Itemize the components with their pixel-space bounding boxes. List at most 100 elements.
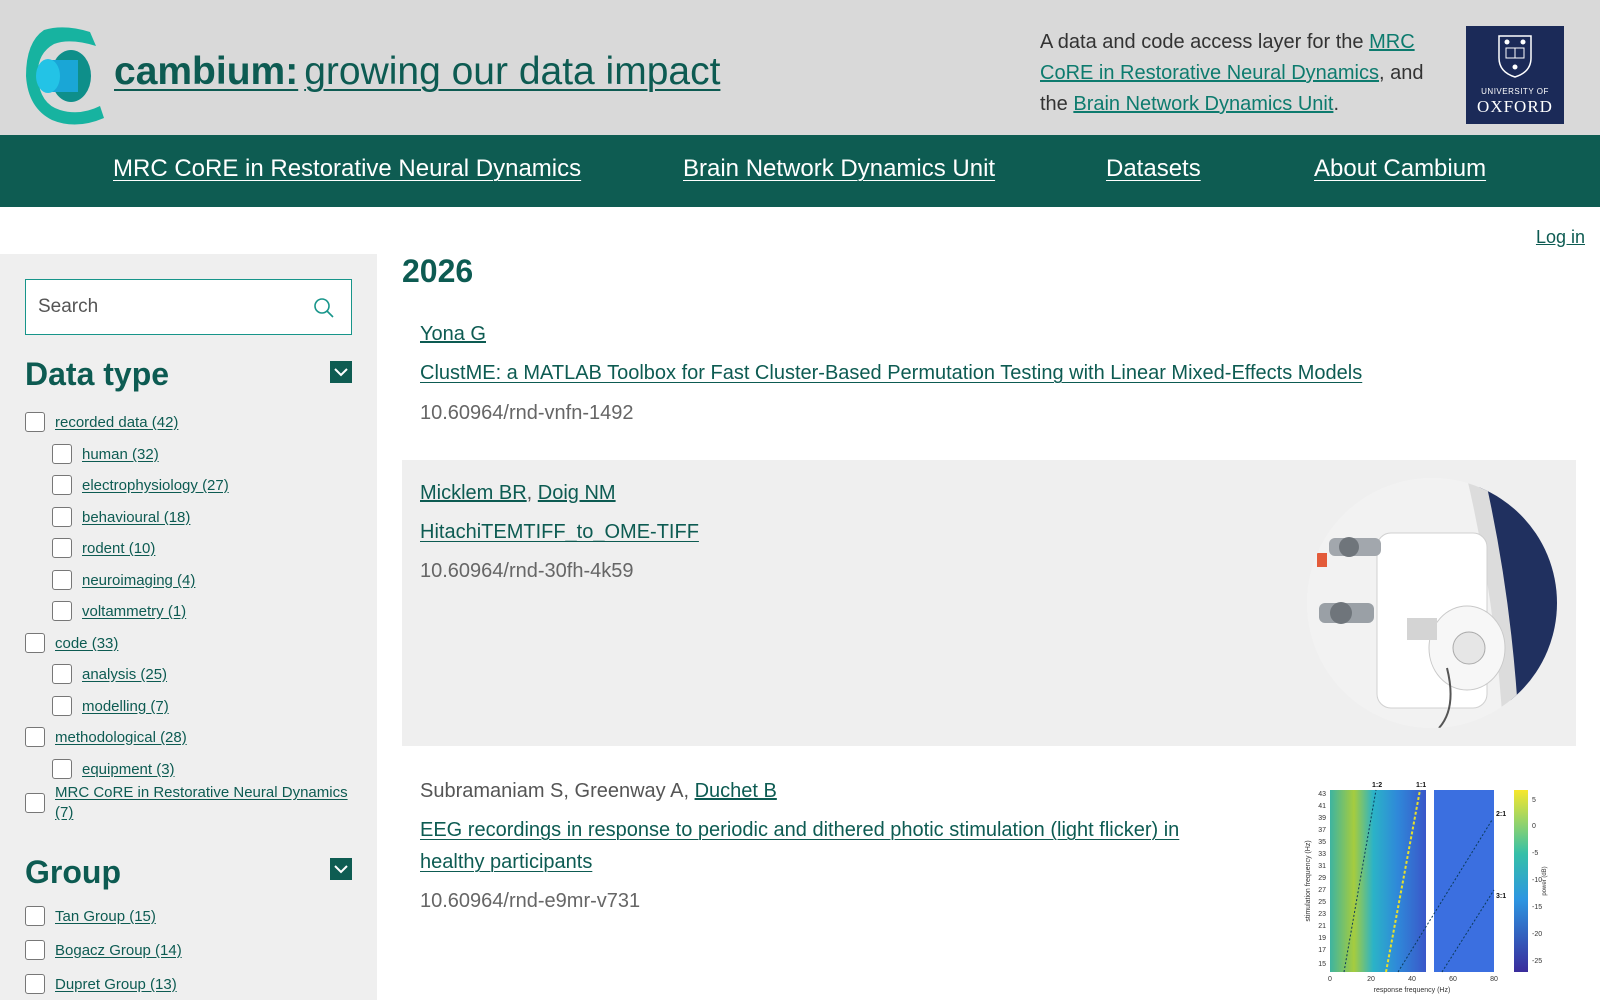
brand-slogan[interactable]: growing our data impact [304, 50, 720, 93]
chart-x-ticks: 0 20 40 60 80 [1328, 976, 1498, 983]
login-link[interactable]: Log in [1536, 227, 1585, 248]
record-title[interactable]: EEG recordings in response to periodic a… [420, 814, 1240, 878]
filter-item[interactable]: Dupret Group (13) [25, 974, 177, 994]
cambium-logo[interactable] [24, 24, 106, 126]
colorbar-tick: -15 [1532, 904, 1542, 911]
search-icon[interactable] [313, 297, 335, 319]
filter-checkbox[interactable] [52, 664, 72, 684]
record-thumbnail[interactable]: 43 41 39 37 35 33 31 29 27 25 23 21 19 1… [1302, 780, 1552, 1000]
filter-link[interactable]: code (33) [55, 635, 118, 652]
filter-link[interactable]: recorded data (42) [55, 414, 178, 431]
x-tick: 20 [1367, 976, 1375, 983]
filter-checkbox[interactable] [52, 538, 72, 558]
filter-checkbox[interactable] [25, 906, 45, 926]
filter-link[interactable]: analysis (25) [82, 666, 167, 683]
filter-link[interactable]: equipment (3) [82, 761, 175, 778]
brand-name[interactable]: cambium: [114, 50, 298, 93]
y-tick: 21 [1318, 923, 1326, 930]
filter-item[interactable]: electrophysiology (27) [52, 475, 229, 495]
filter-item[interactable]: behavioural (18) [52, 507, 190, 527]
site-brand[interactable]: cambium: growing our data impact [114, 50, 720, 94]
colorbar-tick: 5 [1532, 797, 1536, 804]
colorbar-tick: -20 [1532, 931, 1542, 938]
author-link[interactable]: Yona G [420, 323, 486, 345]
record-title[interactable]: ClustME: a MATLAB Toolbox for Fast Clust… [420, 357, 1362, 389]
x-tick: 80 [1490, 976, 1498, 983]
filter-item[interactable]: code (33) [25, 633, 118, 653]
filter-checkbox[interactable] [52, 507, 72, 527]
nav-item-core[interactable]: MRC CoRE in Restorative Neural Dynamics [113, 155, 581, 183]
filter-item[interactable]: MRC CoRE in Restorative Neural Dynamics … [25, 783, 355, 823]
filter-link[interactable]: voltammetry (1) [82, 603, 186, 620]
search-input[interactable] [38, 293, 298, 321]
filter-link[interactable]: MRC CoRE in Restorative Neural Dynamics … [55, 783, 355, 823]
year-heading: 2026 [402, 253, 474, 289]
heatmap-area [1330, 789, 1495, 973]
filter-checkbox[interactable] [52, 759, 72, 779]
nav-item-about[interactable]: About Cambium [1314, 155, 1486, 183]
filter-item[interactable]: rodent (10) [52, 538, 155, 558]
dataset-record: Yona G ClustME: a MATLAB Toolbox for Fas… [402, 305, 1576, 455]
filter-checkbox[interactable] [25, 793, 45, 813]
y-tick: 27 [1318, 887, 1326, 894]
filter-checkbox[interactable] [52, 601, 72, 621]
filter-checkbox[interactable] [25, 974, 45, 994]
filter-link[interactable]: methodological (28) [55, 729, 187, 746]
filter-checkbox[interactable] [25, 940, 45, 960]
filter-checkbox[interactable] [25, 412, 45, 432]
filter-item[interactable]: human (32) [52, 444, 159, 464]
filter-item[interactable]: Tan Group (15) [25, 906, 156, 926]
filter-checkbox[interactable] [52, 475, 72, 495]
filter-item[interactable]: Bogacz Group (14) [25, 940, 182, 960]
filter-checkbox[interactable] [25, 727, 45, 747]
dataset-record: Subramaniam S, Greenway A, Duchet B EEG … [402, 760, 1576, 1000]
filter-item[interactable]: equipment (3) [52, 759, 175, 779]
main-nav: MRC CoRE in Restorative Neural Dynamics … [0, 135, 1600, 207]
y-tick: 41 [1318, 803, 1326, 810]
chart-x-label: response frequency (Hz) [1374, 987, 1451, 994]
filter-link[interactable]: electrophysiology (27) [82, 477, 229, 494]
filter-checkbox[interactable] [52, 570, 72, 590]
oxford-wordmark: OXFORD [1477, 97, 1553, 116]
author-link[interactable]: Micklem BR [420, 482, 527, 504]
filter-checkbox[interactable] [52, 444, 72, 464]
filter-checkbox[interactable] [52, 696, 72, 716]
filter-item[interactable]: methodological (28) [25, 727, 187, 747]
filter-item[interactable]: recorded data (42) [25, 412, 178, 432]
filter-link[interactable]: neuroimaging (4) [82, 572, 195, 589]
filter-link[interactable]: rodent (10) [82, 540, 155, 557]
filter-item[interactable]: voltammetry (1) [52, 601, 186, 621]
record-thumbnail[interactable] [1307, 478, 1557, 728]
filter-link[interactable]: Bogacz Group (14) [55, 942, 182, 959]
filter-item[interactable]: neuroimaging (4) [52, 570, 195, 590]
chart-y-ticks: 43 41 39 37 35 33 31 29 27 25 23 21 19 1… [1318, 791, 1326, 968]
author-link[interactable]: Duchet B [695, 780, 777, 802]
tagline-link-bndu[interactable]: Brain Network Dynamics Unit [1073, 93, 1333, 115]
dataset-record: Micklem BR, Doig NM HitachiTEMTIFF_to_OM… [402, 460, 1576, 746]
data-type-toggle[interactable] [330, 361, 352, 383]
nav-item-bndu[interactable]: Brain Network Dynamics Unit [683, 155, 995, 183]
oxford-logo[interactable]: UNIVERSITY OF OXFORD [1466, 26, 1564, 124]
record-authors: Yona G [420, 323, 486, 346]
filter-link[interactable]: Tan Group (15) [55, 908, 156, 925]
filter-link[interactable]: human (32) [82, 446, 159, 463]
filter-link[interactable]: Dupret Group (13) [55, 976, 177, 993]
group-heading: Group [25, 854, 121, 890]
y-tick: 23 [1318, 911, 1326, 918]
group-toggle[interactable] [330, 858, 352, 880]
nav-item-datasets[interactable]: Datasets [1106, 155, 1201, 183]
colorbar-tick: -5 [1532, 850, 1538, 857]
ratio-label: 2:1 [1496, 811, 1506, 818]
author-link[interactable]: Doig NM [538, 482, 616, 504]
x-tick: 40 [1408, 976, 1416, 983]
filter-link[interactable]: behavioural (18) [82, 509, 190, 526]
y-tick: 31 [1318, 863, 1326, 870]
filter-link[interactable]: modelling (7) [82, 698, 169, 715]
chart-y-label: stimulation frequency (Hz) [1305, 840, 1312, 921]
filter-checkbox[interactable] [25, 633, 45, 653]
oxford-university-of: UNIVERSITY OF [1481, 87, 1549, 96]
filter-item[interactable]: modelling (7) [52, 696, 169, 716]
filter-item[interactable]: analysis (25) [52, 664, 167, 684]
record-doi: 10.60964/rnd-vnfn-1492 [420, 402, 634, 424]
record-title[interactable]: HitachiTEMTIFF_to_OME-TIFF [420, 516, 699, 548]
